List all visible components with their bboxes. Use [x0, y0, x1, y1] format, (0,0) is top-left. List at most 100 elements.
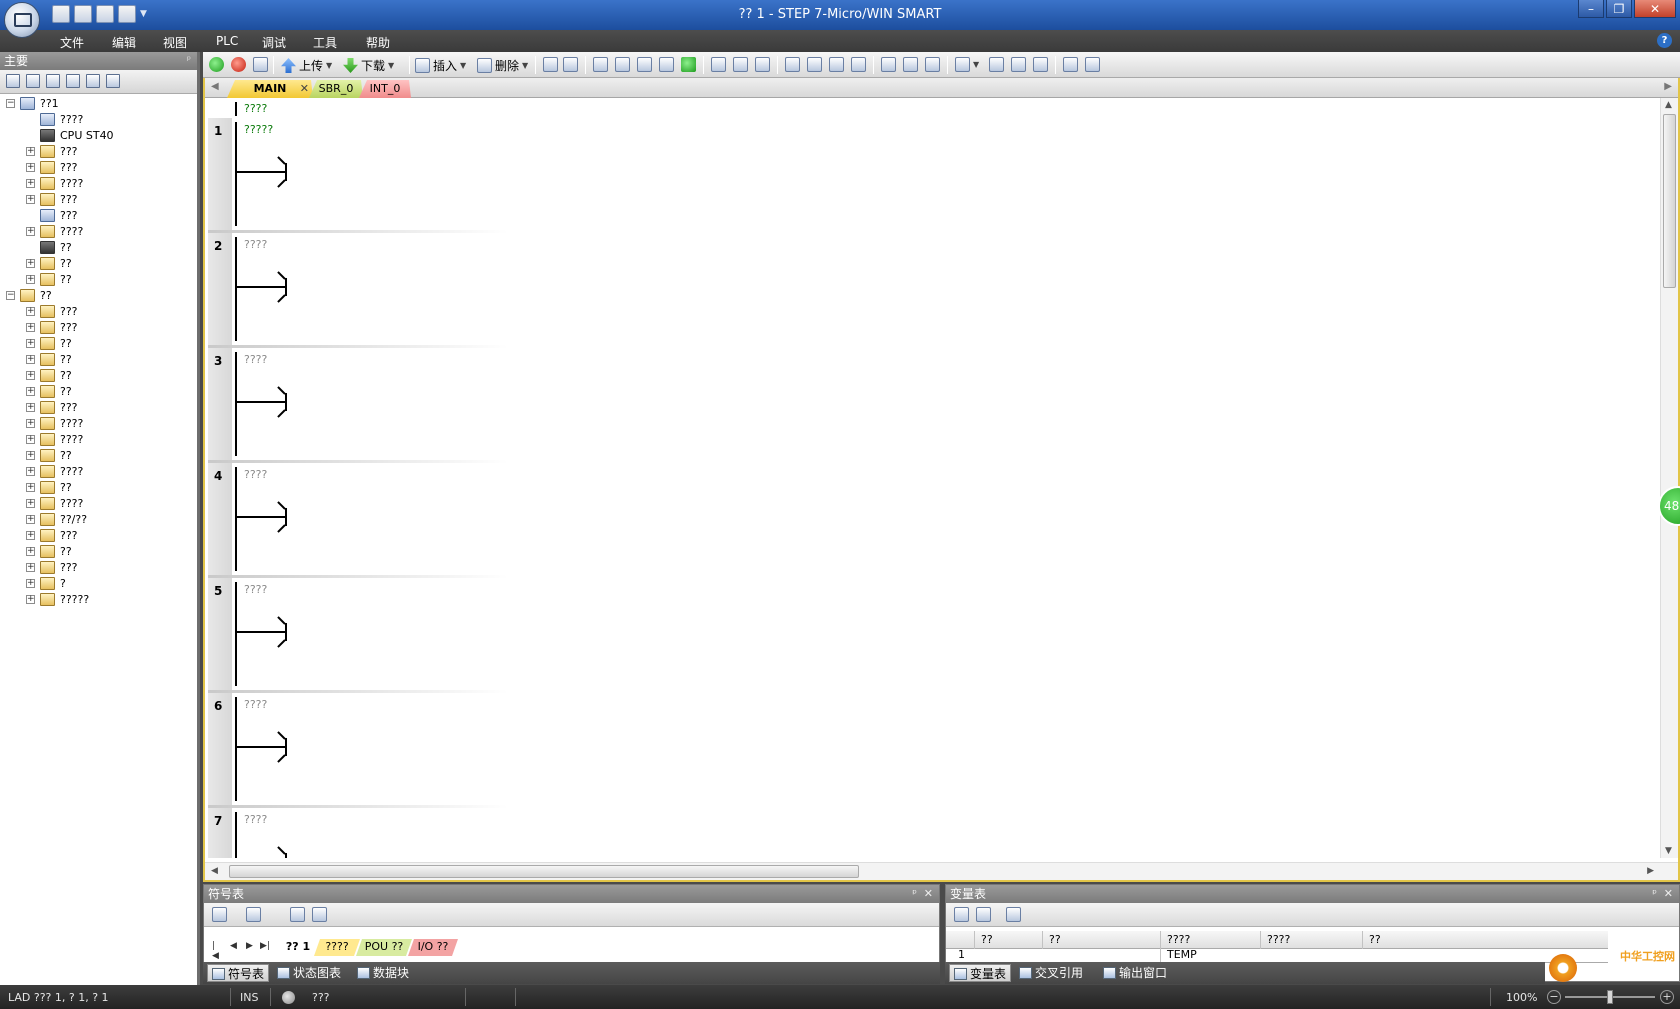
line-right-button[interactable] — [851, 57, 866, 73]
scroll-right-icon[interactable]: ▶ — [1647, 866, 1654, 876]
apply-icon[interactable] — [312, 907, 327, 922]
zoom-in-icon[interactable]: + — [1660, 990, 1674, 1004]
network-title[interactable]: ???? — [244, 813, 267, 826]
new-file-icon[interactable] — [52, 5, 70, 23]
quick-access-dropdown-icon[interactable]: ▼ — [140, 5, 150, 23]
upload-button[interactable]: 上传 ▼ — [281, 57, 332, 73]
print-icon[interactable] — [118, 5, 136, 23]
tree-item[interactable]: +?? — [0, 480, 196, 496]
collapse-icon[interactable]: − — [6, 291, 15, 300]
dock-tab-variable-table[interactable]: 变量表 — [949, 964, 1011, 982]
vertical-scroll-thumb[interactable] — [1663, 114, 1676, 288]
create-table-icon[interactable] — [290, 907, 305, 922]
expand-icon[interactable]: + — [26, 147, 35, 156]
unlock-button[interactable] — [733, 57, 748, 73]
zoom-out-icon[interactable]: − — [1547, 990, 1561, 1004]
expand-icon[interactable]: + — [26, 419, 35, 428]
column-var-type[interactable]: ???? — [1160, 931, 1260, 949]
network[interactable]: 3???? — [208, 348, 1658, 463]
dock-tab-data-block[interactable]: 数据块 — [353, 964, 417, 982]
tree-item[interactable]: ???? — [0, 112, 196, 128]
insert-dropdown-icon[interactable]: ▼ — [460, 61, 466, 70]
tree-item[interactable]: +??? — [0, 192, 196, 208]
close-icon[interactable]: ✕ — [924, 885, 933, 903]
tab-scroll-right-icon[interactable]: ▶ — [1664, 81, 1672, 92]
tree-item[interactable]: −?? — [0, 288, 196, 304]
menu-file[interactable]: 文件 — [60, 34, 84, 51]
protect-button[interactable] — [755, 57, 770, 73]
options-button[interactable] — [1085, 57, 1100, 73]
column-data-type[interactable]: ???? — [1260, 931, 1362, 949]
close-icon[interactable]: ✕ — [300, 80, 309, 97]
dock-tab-symbol-table[interactable]: 符号表 — [207, 964, 269, 982]
stop-button[interactable] — [231, 57, 246, 73]
network[interactable]: 6???? — [208, 693, 1658, 808]
tree-item[interactable]: +?? — [0, 272, 196, 288]
add-row-icon[interactable] — [212, 907, 227, 922]
expand-icon[interactable]: + — [26, 403, 35, 412]
pou-button[interactable] — [593, 57, 608, 73]
minimize-button[interactable]: – — [1578, 0, 1604, 18]
scroll-up-icon[interactable]: ▲ — [1665, 100, 1672, 110]
tree-item[interactable]: +?? — [0, 448, 196, 464]
tree-item[interactable]: CPU ST40 — [0, 128, 196, 144]
sheet-tab-system[interactable]: ???? — [314, 939, 360, 956]
expand-icon[interactable]: + — [26, 323, 35, 332]
list-icon[interactable] — [86, 74, 100, 88]
bookmark-button[interactable] — [543, 57, 558, 73]
tree-item[interactable]: +?? — [0, 256, 196, 272]
insert-branch-button[interactable] — [785, 57, 800, 73]
expand-icon[interactable]: + — [26, 435, 35, 444]
expand-icon[interactable]: + — [26, 531, 35, 540]
download-dropdown-icon[interactable]: ▼ — [388, 61, 394, 70]
delete-button[interactable]: 删除 ▼ — [477, 57, 528, 73]
sheet-prev-icon[interactable]: ◀ — [230, 941, 237, 951]
sheet-last-icon[interactable]: ▶| — [260, 941, 270, 951]
expand-icon[interactable]: + — [26, 275, 35, 284]
program-comment[interactable]: ???? — [244, 102, 267, 115]
contact-button[interactable] — [881, 57, 896, 73]
expand-icon[interactable]: + — [26, 163, 35, 172]
tree-item[interactable]: +??? — [0, 304, 196, 320]
compile-button[interactable] — [253, 57, 268, 73]
apply-icon[interactable] — [1006, 907, 1021, 922]
expand-icon[interactable]: + — [26, 451, 35, 460]
sheet-tab-io[interactable]: I/O ?? — [408, 939, 458, 956]
tab-sbr0[interactable]: SBR_0 — [309, 80, 363, 98]
network[interactable]: 1????? — [208, 118, 1658, 233]
network[interactable]: 2???? — [208, 233, 1658, 348]
sheet-next-icon[interactable]: ▶ — [246, 941, 253, 951]
next-button[interactable] — [637, 57, 652, 73]
network[interactable]: 5???? — [208, 578, 1658, 693]
tree-item[interactable]: +?? — [0, 352, 196, 368]
tree-item[interactable]: +???? — [0, 432, 196, 448]
menu-debug[interactable]: 调试 — [262, 34, 286, 51]
zoom-slider-thumb[interactable] — [1607, 990, 1613, 1004]
expand-icon[interactable]: + — [26, 179, 35, 188]
expand-icon[interactable]: + — [26, 547, 35, 556]
goto-button[interactable] — [681, 57, 696, 73]
ladder-editor[interactable]: ???? 1????? 2???? 3???? 4???? 5???? 6???? 7???… — [205, 98, 1660, 858]
sheet-tab-pou[interactable]: POU ?? — [356, 939, 412, 956]
symbol-table-button[interactable] — [989, 57, 1004, 73]
network-title[interactable]: ???? — [244, 468, 267, 481]
close-button[interactable]: ✕ — [1634, 0, 1676, 18]
tree-item[interactable]: +??? — [0, 560, 196, 576]
tree-item[interactable]: +???? — [0, 416, 196, 432]
tree-item[interactable]: +??? — [0, 528, 196, 544]
page-icon[interactable] — [66, 74, 80, 88]
vertical-scrollbar[interactable]: ▲ ▼ — [1660, 98, 1678, 858]
table-icon[interactable] — [26, 74, 40, 88]
upload-dropdown-icon[interactable]: ▼ — [326, 61, 332, 70]
delete-row-icon[interactable] — [246, 907, 261, 922]
symbol-info-button[interactable] — [1033, 57, 1048, 73]
menu-edit[interactable]: 编辑 — [112, 34, 136, 51]
menu-plc[interactable]: PLC — [216, 34, 238, 48]
prev-button[interactable] — [615, 57, 630, 73]
column-symbol[interactable]: ?? — [1042, 931, 1160, 949]
close-icon[interactable]: ✕ — [1664, 885, 1673, 903]
line-down-button[interactable] — [807, 57, 822, 73]
delete-row-icon[interactable] — [976, 907, 991, 922]
open-folder-icon[interactable] — [74, 5, 92, 23]
expand-icon[interactable]: + — [26, 227, 35, 236]
